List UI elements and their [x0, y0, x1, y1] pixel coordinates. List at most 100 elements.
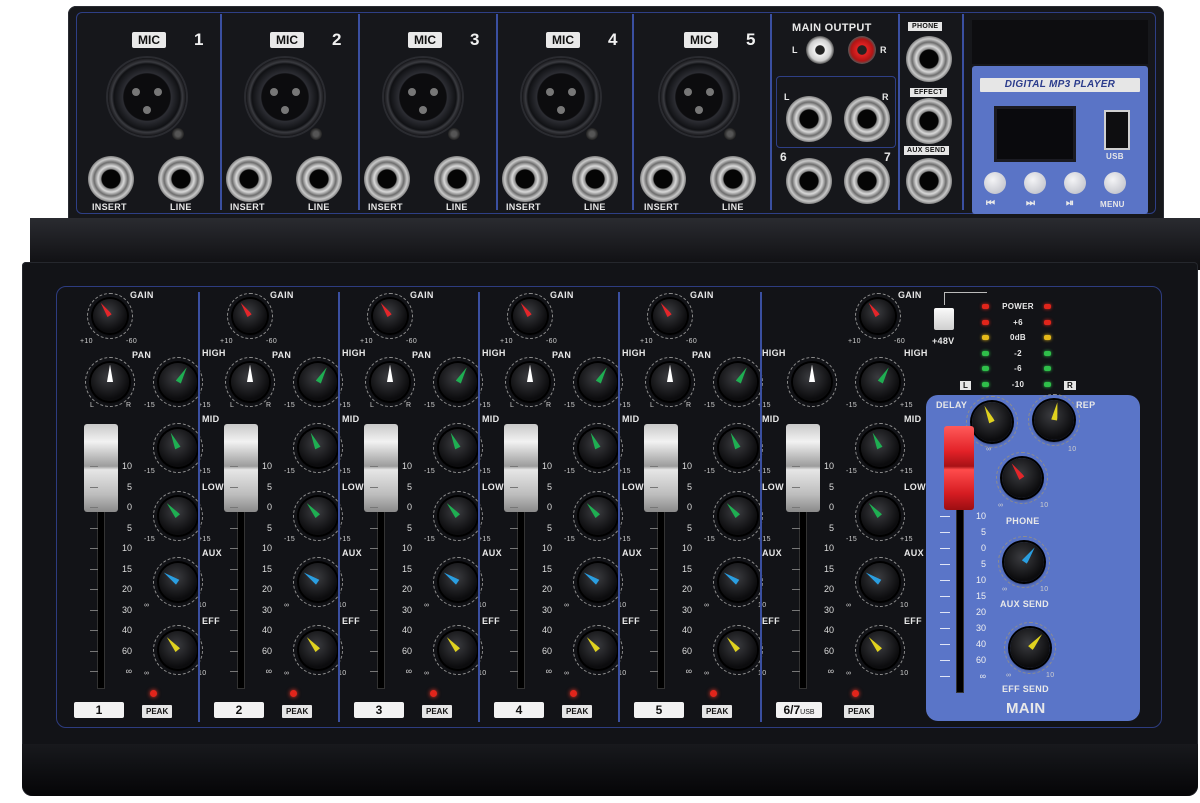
xlr-input[interactable]	[108, 58, 186, 136]
mid-knob[interactable]	[299, 429, 337, 467]
knob-pointer	[99, 302, 112, 318]
high-knob[interactable]	[299, 363, 337, 401]
fader-tick	[230, 609, 238, 611]
fader-tick	[650, 548, 658, 549]
usb-port[interactable]	[1104, 110, 1130, 150]
line-jack[interactable]	[434, 156, 480, 202]
mp3-menu-button[interactable]	[1104, 172, 1126, 194]
knob-scale-text: ∞	[564, 670, 570, 677]
xlr-latch[interactable]	[724, 128, 736, 140]
aux-knob[interactable]	[439, 563, 477, 601]
xlr-latch[interactable]	[172, 128, 184, 140]
channel-fader-cap[interactable]	[364, 424, 398, 512]
xlr-input[interactable]	[246, 58, 324, 136]
channel-fader-cap[interactable]	[786, 424, 820, 512]
xlr-input[interactable]	[660, 58, 738, 136]
mid-knob[interactable]	[159, 429, 197, 467]
phone-jack[interactable]	[906, 36, 952, 82]
line-jack[interactable]	[158, 156, 204, 202]
mid-knob[interactable]	[439, 429, 477, 467]
repeat-knob[interactable]	[1034, 400, 1074, 440]
gain-knob[interactable]	[513, 299, 547, 333]
xlr-input[interactable]	[384, 58, 462, 136]
high-knob[interactable]	[719, 363, 757, 401]
eff-knob[interactable]	[299, 631, 337, 669]
aux-send-level-knob[interactable]	[1004, 542, 1044, 582]
eff-knob[interactable]	[579, 631, 617, 669]
rca-left-jack[interactable]	[806, 36, 834, 64]
mid-knob[interactable]	[861, 429, 899, 467]
main-out-right-jack[interactable]	[844, 96, 890, 142]
high-knob[interactable]	[159, 363, 197, 401]
knob-scale-text: 10	[1046, 672, 1055, 679]
main-fader-tick	[940, 532, 950, 533]
low-knob[interactable]	[579, 497, 617, 535]
channel-fader-cap[interactable]	[504, 424, 538, 512]
xlr-latch[interactable]	[448, 128, 460, 140]
aux-knob[interactable]	[861, 563, 899, 601]
pan-knob[interactable]	[651, 363, 689, 401]
high-knob[interactable]	[439, 363, 477, 401]
ch7-jack[interactable]	[844, 158, 890, 204]
main-out-left-jack[interactable]	[786, 96, 832, 142]
eff-knob[interactable]	[439, 631, 477, 669]
pan-knob[interactable]	[91, 363, 129, 401]
gain-knob[interactable]	[861, 299, 895, 333]
low-knob[interactable]	[299, 497, 337, 535]
eff-knob[interactable]	[719, 631, 757, 669]
rca-right-jack[interactable]	[848, 36, 876, 64]
mp3-prev-button[interactable]	[984, 172, 1006, 194]
mp3-play-button[interactable]	[1064, 172, 1086, 194]
xlr-latch[interactable]	[310, 128, 322, 140]
low-knob[interactable]	[719, 497, 757, 535]
low-knob[interactable]	[439, 497, 477, 535]
low-knob[interactable]	[159, 497, 197, 535]
knob-scale-text: L	[230, 402, 235, 409]
gain-knob[interactable]	[93, 299, 127, 333]
pan-knob[interactable]	[371, 363, 409, 401]
knob-scale-text: +15	[478, 468, 491, 475]
line-jack[interactable]	[710, 156, 756, 202]
line-jack[interactable]	[572, 156, 618, 202]
eff-knob[interactable]	[861, 631, 899, 669]
ch6-jack[interactable]	[786, 158, 832, 204]
fader-scale-mark: 10	[541, 461, 552, 471]
channel-fader-cap[interactable]	[644, 424, 678, 512]
aux-send-jack[interactable]	[906, 158, 952, 204]
effect-jack[interactable]	[906, 98, 952, 144]
balance-knob[interactable]	[793, 363, 831, 401]
insert-jack[interactable]	[226, 156, 272, 202]
high-knob[interactable]	[579, 363, 617, 401]
insert-jack[interactable]	[364, 156, 410, 202]
channel-fader-cap[interactable]	[224, 424, 258, 512]
mp3-next-button[interactable]	[1024, 172, 1046, 194]
aux-knob[interactable]	[719, 563, 757, 601]
xlr-input[interactable]	[522, 58, 600, 136]
insert-jack[interactable]	[88, 156, 134, 202]
channel-fader-cap[interactable]	[84, 424, 118, 512]
fader-tick	[792, 486, 800, 488]
gain-knob[interactable]	[233, 299, 267, 333]
insert-jack[interactable]	[502, 156, 548, 202]
eff-knob[interactable]	[159, 631, 197, 669]
aux-knob[interactable]	[299, 563, 337, 601]
eff-send-level-knob[interactable]	[1010, 628, 1050, 668]
line-jack[interactable]	[296, 156, 342, 202]
high-knob[interactable]	[861, 363, 899, 401]
delay-knob[interactable]	[972, 402, 1012, 442]
xlr-latch[interactable]	[586, 128, 598, 140]
phone-level-knob[interactable]	[1002, 458, 1042, 498]
low-knob[interactable]	[861, 497, 899, 535]
insert-jack[interactable]	[640, 156, 686, 202]
mid-knob[interactable]	[719, 429, 757, 467]
pan-knob[interactable]	[231, 363, 269, 401]
fader-scale-mark: 5	[828, 481, 834, 492]
mid-knob[interactable]	[579, 429, 617, 467]
gain-knob[interactable]	[653, 299, 687, 333]
aux-knob[interactable]	[159, 563, 197, 601]
pan-knob[interactable]	[511, 363, 549, 401]
aux-knob[interactable]	[579, 563, 617, 601]
gain-knob[interactable]	[373, 299, 407, 333]
phantom-power-button[interactable]	[934, 308, 954, 330]
main-fader-cap[interactable]	[944, 426, 974, 510]
